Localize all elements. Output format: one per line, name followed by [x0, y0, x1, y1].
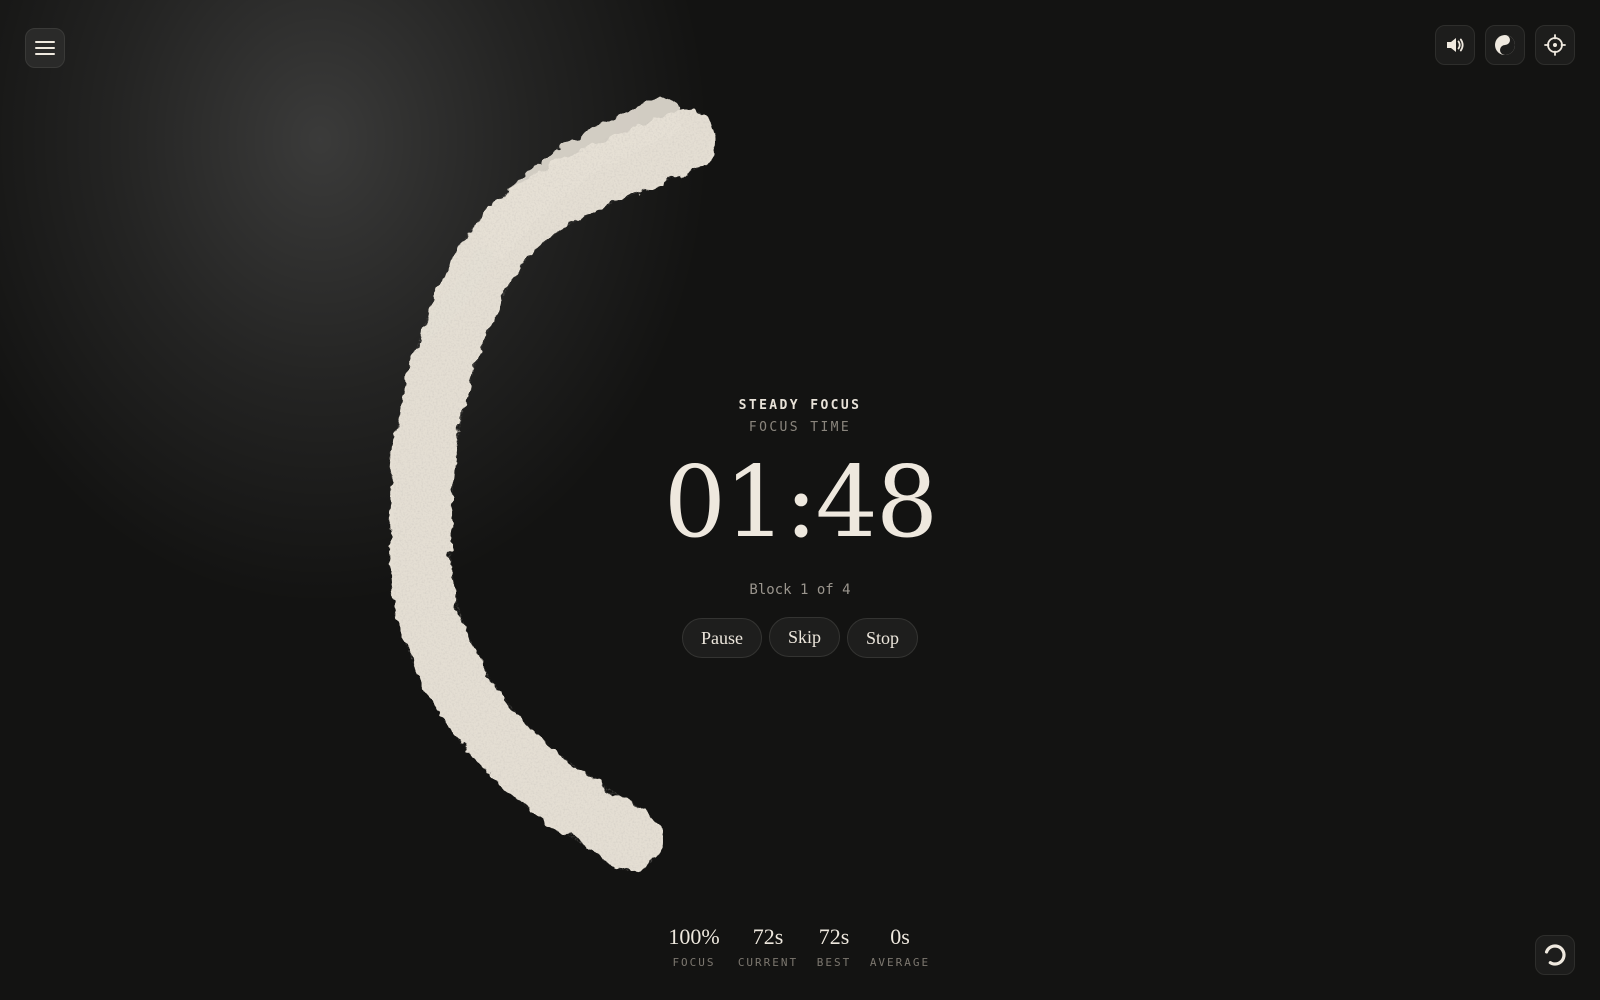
stat-value: 0s	[890, 924, 910, 949]
timer-display: 01:48	[663, 446, 938, 560]
status-button[interactable]	[1535, 935, 1575, 975]
spinner-icon	[1543, 943, 1567, 967]
timer-controls: Pause Skip Stop	[600, 617, 1000, 658]
stat-average: 0s AVERAGE	[855, 924, 945, 969]
skip-button[interactable]: Skip	[768, 617, 840, 657]
mode-subtitle: FOCUS TIME	[748, 420, 852, 435]
mode-title: STEADY FOCUS	[738, 398, 862, 413]
stop-button[interactable]: Stop	[847, 618, 919, 658]
pause-button[interactable]: Pause	[681, 618, 762, 658]
session-stats: 100% FOCUS 72s CURRENT 72s BEST 0s AVERA…	[0, 924, 1600, 984]
stat-label: AVERAGE	[869, 956, 931, 969]
block-progress-text: Block 1 of 4	[749, 582, 851, 598]
